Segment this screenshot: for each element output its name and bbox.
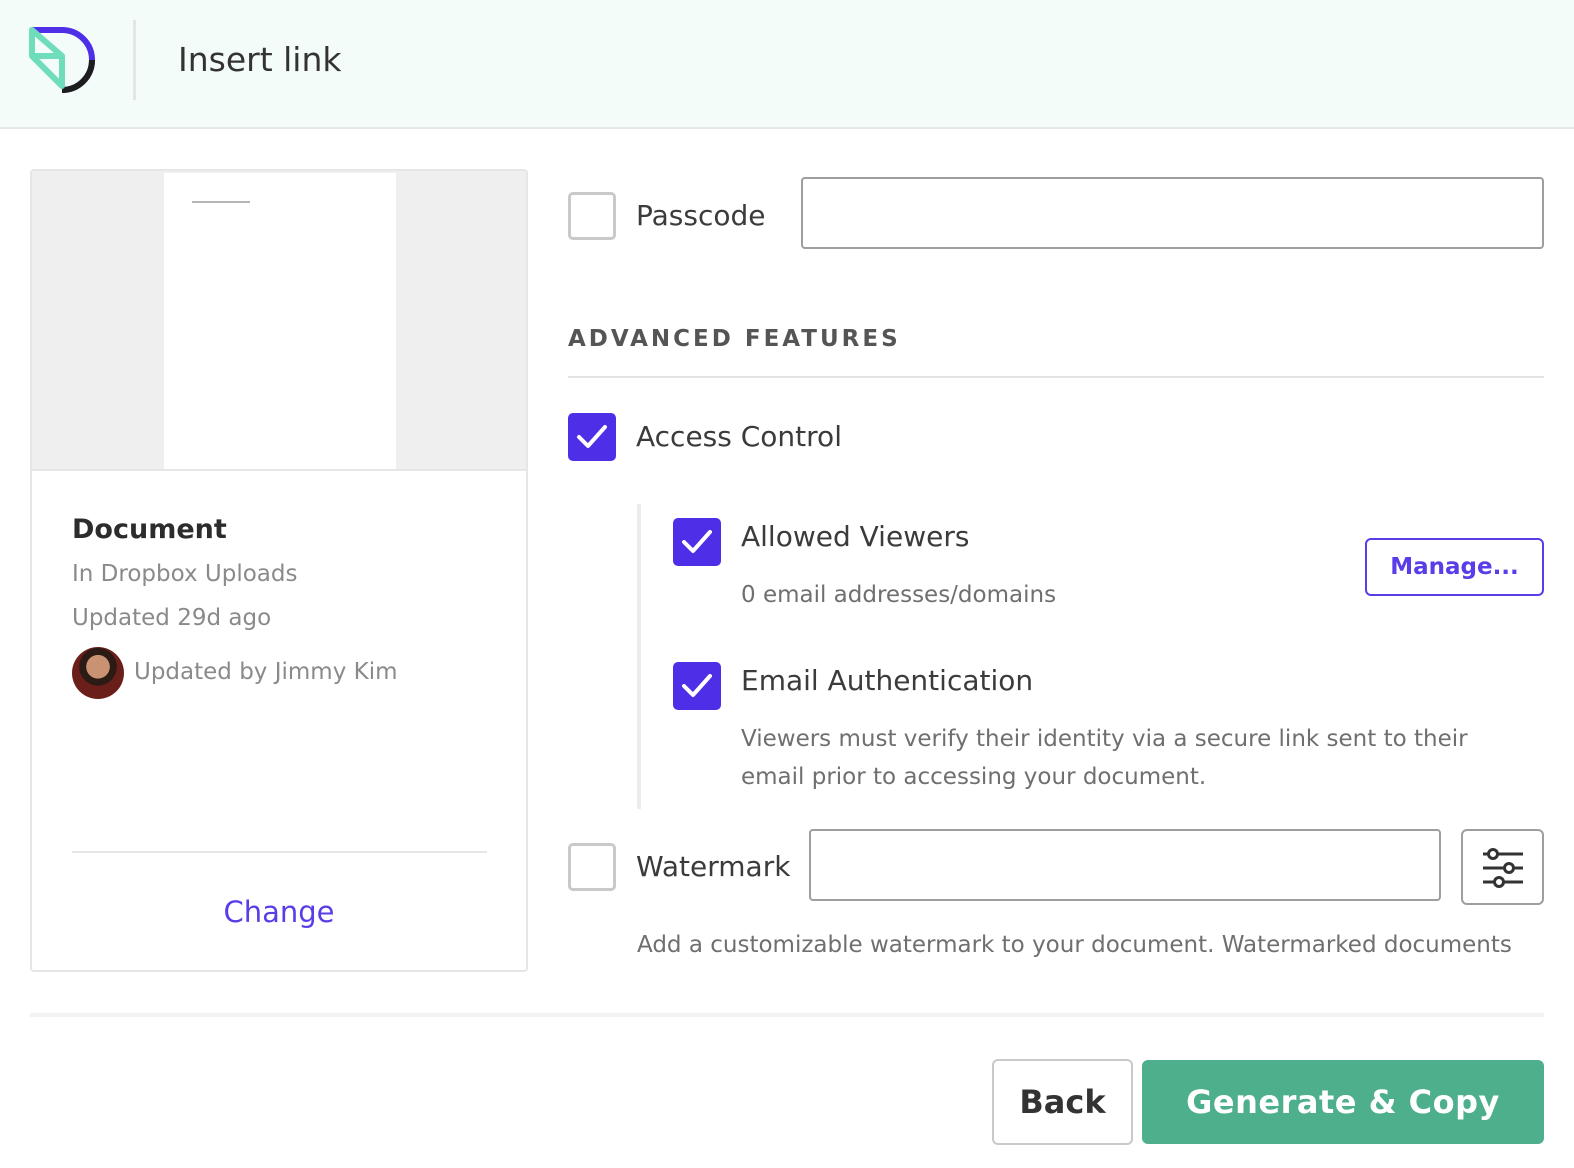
watermark-checkbox[interactable] <box>568 843 616 891</box>
avatar <box>72 647 124 699</box>
passcode-input[interactable] <box>801 177 1544 249</box>
checkmark-icon <box>577 425 607 448</box>
section-divider <box>568 376 1544 378</box>
footer-divider <box>30 1013 1544 1017</box>
document-thumbnail <box>164 173 396 469</box>
advanced-features-heading: ADVANCED FEATURES <box>568 326 901 352</box>
page-title: Insert link <box>178 40 342 79</box>
watermark-description: Add a customizable watermark to your doc… <box>637 932 1512 958</box>
thumbnail-text-line <box>192 201 250 203</box>
watermark-settings-button[interactable] <box>1461 829 1544 905</box>
email-authentication-checkbox[interactable] <box>673 662 721 710</box>
change-document-link[interactable]: Change <box>32 895 526 929</box>
watermark-input[interactable] <box>809 829 1441 901</box>
docsend-logo-icon <box>29 27 95 93</box>
document-updated-by: Updated by Jimmy Kim <box>134 659 398 685</box>
email-authentication-label: Email Authentication <box>741 664 1034 697</box>
sliders-icon <box>1483 848 1523 888</box>
header-bar: Insert link <box>0 0 1574 129</box>
manage-viewers-button[interactable]: Manage... <box>1365 538 1544 596</box>
card-divider <box>72 851 487 853</box>
document-preview <box>32 171 526 471</box>
generate-copy-link-button[interactable]: Generate & Copy Link <box>1142 1060 1544 1168</box>
access-control-checkbox[interactable] <box>568 413 616 461</box>
access-control-label: Access Control <box>636 420 842 453</box>
passcode-checkbox[interactable] <box>568 192 616 240</box>
back-button[interactable]: Back <box>992 1059 1133 1145</box>
checkmark-icon <box>682 530 712 553</box>
allowed-viewers-summary: 0 email addresses/domains <box>741 582 1057 608</box>
document-card: Document In Dropbox Uploads Updated 29d … <box>30 169 528 972</box>
watermark-description-clip: Add a customizable watermark to your doc… <box>637 926 1544 976</box>
passcode-label: Passcode <box>636 199 766 232</box>
document-location: In Dropbox Uploads <box>72 561 298 587</box>
email-authentication-description: Viewers must verify their identity via a… <box>741 726 1468 790</box>
header-divider <box>133 20 136 100</box>
document-title: Document <box>72 514 227 545</box>
allowed-viewers-checkbox[interactable] <box>673 518 721 566</box>
checkmark-icon <box>682 674 712 697</box>
document-updated: Updated 29d ago <box>72 605 272 631</box>
nested-options-indicator <box>637 504 641 809</box>
allowed-viewers-label: Allowed Viewers <box>741 520 970 553</box>
watermark-label: Watermark <box>636 850 791 883</box>
